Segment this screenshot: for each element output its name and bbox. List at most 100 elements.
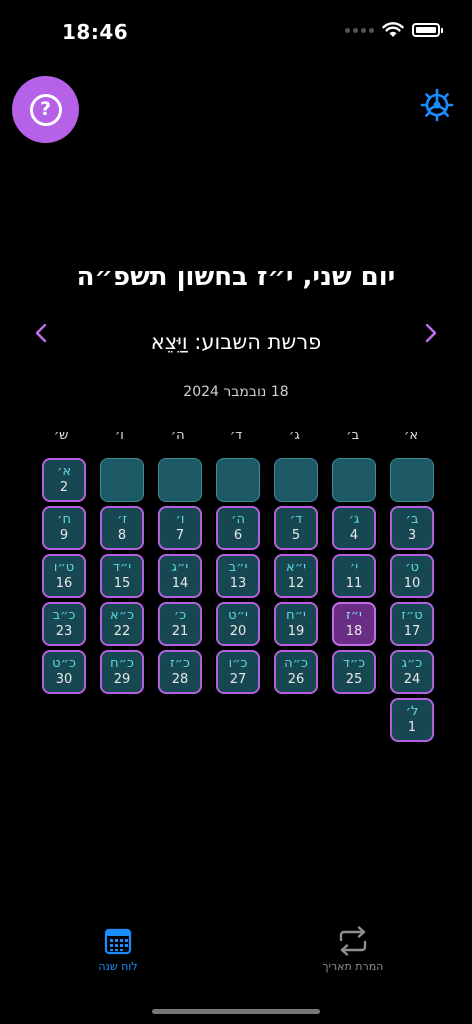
hebrew-day-label: כ״ג <box>401 656 423 671</box>
hebrew-day-label: י״ד <box>112 560 132 575</box>
calendar-day[interactable]: ה׳ 6 <box>216 506 260 550</box>
gregorian-day-label: 16 <box>55 576 73 591</box>
calendar-day[interactable]: כ״ח 29 <box>100 650 144 694</box>
gregorian-day-label: 10 <box>403 576 421 591</box>
calendar-day[interactable]: כ״ז 28 <box>158 650 202 694</box>
tab-date-converter-label: המרת תאריך <box>322 960 384 973</box>
month-calendar: א׳ ב׳ ג׳ ד׳ ה׳ ו׳ ש׳ א׳ 2 ב׳ 3 ג׳ 4 ד׳ 5 ה׳ 6 ו׳ 7 ז… <box>38 428 434 742</box>
gregorian-day-label: 12 <box>287 576 305 591</box>
weekday-friday: ו׳ <box>114 428 124 443</box>
gregorian-day-label: 8 <box>117 528 127 543</box>
calendar-day[interactable]: ב׳ 3 <box>390 506 434 550</box>
hebrew-day-label: כ׳ <box>173 608 187 623</box>
hebrew-day-label: ה׳ <box>231 512 245 527</box>
hebrew-day-label: ז׳ <box>117 512 127 527</box>
hebrew-day-label: י״א <box>286 560 306 575</box>
hebrew-day-label: י״ג <box>171 560 189 575</box>
gregorian-day-label: 29 <box>113 672 131 687</box>
hebrew-day-label: כ״ו <box>228 656 248 671</box>
calendar-icon <box>104 928 132 955</box>
calendar-day[interactable]: א׳ 2 <box>42 458 86 502</box>
hebrew-day-label: כ״ב <box>52 608 76 623</box>
calendar-empty-cell <box>158 458 202 502</box>
gregorian-day-label: 24 <box>403 672 421 687</box>
tab-date-converter[interactable]: המרת תאריך <box>298 926 408 973</box>
wifi-icon <box>382 22 404 37</box>
hebrew-day-label: ח׳ <box>57 512 71 527</box>
calendar-day[interactable]: כ״ו 27 <box>216 650 260 694</box>
calendar-day[interactable]: כ״א 22 <box>100 602 144 646</box>
hebrew-day-label: כ״ד <box>342 656 366 671</box>
calendar-day[interactable]: י״ב 13 <box>216 554 260 598</box>
gregorian-day-label: 17 <box>403 624 421 639</box>
calendar-day[interactable]: י״א 12 <box>274 554 318 598</box>
calendar-empty-cell <box>100 458 144 502</box>
calendar-day[interactable]: כ״ב 23 <box>42 602 86 646</box>
battery-icon <box>412 23 443 37</box>
gregorian-day-label: 28 <box>171 672 189 687</box>
calendar-grid: א׳ 2 ב׳ 3 ג׳ 4 ד׳ 5 ה׳ 6 ו׳ 7 ז׳ 8 ח׳ 9 ט׳ 10 י׳ 11 י״א 12 י״ב… <box>38 458 434 742</box>
calendar-day[interactable]: י״ט 20 <box>216 602 260 646</box>
gregorian-day-label: 22 <box>113 624 131 639</box>
calendar-day[interactable]: ל׳ 1 <box>390 698 434 742</box>
calendar-day[interactable]: י״ג 14 <box>158 554 202 598</box>
gregorian-day-label: 19 <box>287 624 305 639</box>
hebrew-day-label: ג׳ <box>348 512 360 527</box>
help-button[interactable]: ? <box>12 76 79 143</box>
calendar-day-selected[interactable]: י״ז 18 <box>332 602 376 646</box>
gregorian-day-label: 7 <box>175 528 185 543</box>
hebrew-day-label: ט׳ <box>405 560 419 575</box>
gregorian-day-label: 25 <box>345 672 363 687</box>
calendar-day[interactable]: ט״ו 16 <box>42 554 86 598</box>
calendar-day[interactable]: ד׳ 5 <box>274 506 318 550</box>
tab-calendar-label: לוח שנה <box>98 960 138 973</box>
status-time: 18:46 <box>62 20 129 44</box>
status-indicators <box>345 22 443 38</box>
calendar-day[interactable]: כ׳ 21 <box>158 602 202 646</box>
hebrew-day-label: כ״ט <box>52 656 76 671</box>
tab-calendar[interactable]: לוח שנה <box>63 926 173 973</box>
arrows-repeat-icon <box>339 926 367 956</box>
hebrew-day-label: ט״ז <box>401 608 423 623</box>
calendar-day[interactable]: כ״ג 24 <box>390 650 434 694</box>
calendar-day[interactable]: ט״ז 17 <box>390 602 434 646</box>
gregorian-day-label: 20 <box>229 624 247 639</box>
calendar-day[interactable]: ג׳ 4 <box>332 506 376 550</box>
weekly-parasha: פרשת השבוע: וַיֵּצֵא <box>150 330 322 354</box>
tab-bar: המרת תאריך לוח שנה <box>0 926 472 986</box>
hebrew-day-label: כ״ה <box>284 656 308 671</box>
calendar-day[interactable]: כ״ט 30 <box>42 650 86 694</box>
home-indicator[interactable] <box>152 1009 320 1014</box>
hebrew-day-label: א׳ <box>56 464 72 479</box>
hebrew-day-label: ט״ו <box>53 560 75 575</box>
calendar-day[interactable]: כ״ה 26 <box>274 650 318 694</box>
calendar-day[interactable]: ז׳ 8 <box>100 506 144 550</box>
gregorian-day-label: 2 <box>59 480 69 495</box>
calendar-day[interactable]: כ״ד 25 <box>332 650 376 694</box>
cellular-signal-icon <box>345 27 374 33</box>
calendar-day[interactable]: ט׳ 10 <box>390 554 434 598</box>
weekday-sunday: א׳ <box>403 428 419 443</box>
hebrew-day-label: כ״ח <box>110 656 134 671</box>
hebrew-day-label: ב׳ <box>405 512 419 527</box>
calendar-day[interactable]: י״ח 19 <box>274 602 318 646</box>
gregorian-date: 18 נובמבר 2024 <box>183 384 289 400</box>
gregorian-day-label: 5 <box>291 528 301 543</box>
hebrew-day-label: כ״א <box>110 608 134 623</box>
hebrew-day-label: י״ב <box>228 560 248 575</box>
gregorian-day-label: 1 <box>407 720 417 735</box>
gregorian-day-label: 9 <box>59 528 69 543</box>
gregorian-day-label: 11 <box>345 576 363 591</box>
gear-icon[interactable] <box>420 88 454 122</box>
calendar-day[interactable]: ו׳ 7 <box>158 506 202 550</box>
calendar-empty-cell <box>390 458 434 502</box>
hebrew-day-label: י״ט <box>228 608 248 623</box>
gregorian-day-label: 30 <box>55 672 73 687</box>
calendar-day[interactable]: ח׳ 9 <box>42 506 86 550</box>
hebrew-date-title: יום שני, י״ז בחשון תשפ״ה <box>76 262 396 292</box>
gregorian-day-label: 27 <box>229 672 247 687</box>
calendar-day[interactable]: י״ד 15 <box>100 554 144 598</box>
calendar-day[interactable]: י׳ 11 <box>332 554 376 598</box>
weekday-monday: ב׳ <box>346 428 360 443</box>
calendar-empty-cell <box>274 458 318 502</box>
